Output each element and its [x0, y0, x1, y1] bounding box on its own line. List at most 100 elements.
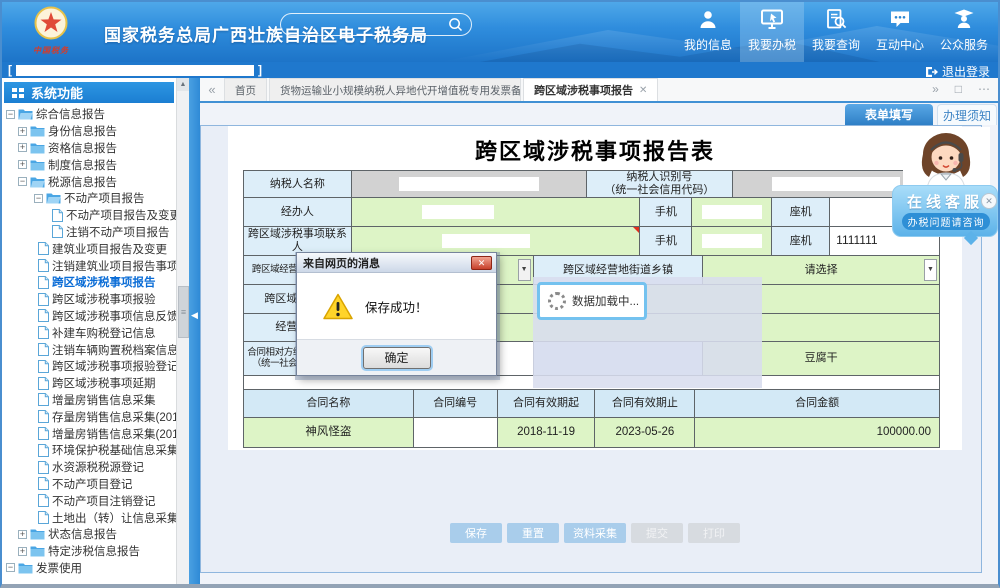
sidebar-item-23[interactable]: 不动产项目注销登记: [4, 492, 176, 509]
sidebar-item-13[interactable]: 补建车购税登记信息: [4, 324, 176, 341]
sidebar-item-19[interactable]: 增量房销售信息采集(2016): [4, 425, 176, 442]
dialog-ok-button[interactable]: 确定: [363, 347, 431, 369]
document-icon: [38, 427, 49, 440]
bracket-close: ]: [258, 63, 262, 77]
sidebar-item-16[interactable]: 跨区域涉税事项延期: [4, 375, 176, 392]
tree-expand-icon[interactable]: +: [18, 127, 27, 136]
search-icon: [448, 17, 463, 32]
sidebar-item-label: 注销建筑业项目报告事项: [52, 258, 176, 274]
contract-cell-1[interactable]: [414, 418, 498, 448]
nav-item-1[interactable]: 我要办税: [740, 0, 804, 62]
tree-expand-icon[interactable]: +: [18, 143, 27, 152]
sidebar-item-27[interactable]: −发票使用: [4, 560, 176, 577]
sidebar-item-22[interactable]: 不动产项目登记: [4, 476, 176, 493]
contract-cell-2[interactable]: 2018-11-19: [498, 418, 596, 448]
subheader-bar: [ ] 退出登录: [0, 62, 1000, 78]
contract-cell-3[interactable]: 2023-05-26: [595, 418, 695, 448]
document-tab-2[interactable]: 跨区域涉税事项报告 ✕: [523, 78, 658, 101]
sidebar-item-21[interactable]: 水资源税税源登记: [4, 459, 176, 476]
nav-item-2[interactable]: 我要查询: [804, 0, 868, 62]
dropdown-arrow-icon[interactable]: ▼: [518, 259, 531, 281]
tree-expand-icon[interactable]: −: [34, 194, 43, 203]
agent-mobile-input[interactable]: [692, 198, 772, 227]
scrollbar-thumb[interactable]: [178, 286, 189, 338]
tree-expand-icon[interactable]: −: [18, 177, 27, 186]
sidebar-item-7[interactable]: 注销不动产项目报告: [4, 224, 176, 241]
document-icon: [38, 360, 49, 373]
action-button-1[interactable]: 重置: [507, 523, 559, 543]
doc-search-icon: [825, 9, 847, 32]
service-bubble[interactable]: 在线客服 办税问题请咨询: [892, 185, 998, 237]
contract-cell-0[interactable]: 神风怪盗: [244, 418, 414, 448]
tab-scroll-left[interactable]: «: [200, 82, 224, 101]
contact-mobile-input[interactable]: [692, 227, 772, 256]
sidebar-item-14[interactable]: 注销车辆购置税档案信息: [4, 341, 176, 358]
app-window: 中国税务 国家税务总局广西壮族自治区电子税务局 我的信息我要办税我要查询互动中心…: [0, 0, 1000, 588]
document-tabbar: « 首页货物运输业小规模纳税人异地代开增值税专用发票备案✕跨区域涉税事项报告✕ …: [200, 78, 998, 103]
contract-cell-4[interactable]: 100000.00: [695, 418, 940, 448]
sidebar-item-5[interactable]: −不动产项目报告: [4, 190, 176, 207]
tab-label: 跨区域涉税事项报告: [534, 82, 633, 98]
service-subtitle-pill[interactable]: 办税问题请咨询: [902, 213, 990, 230]
sidebar-item-4[interactable]: −税源信息报告: [4, 173, 176, 190]
sidebar-item-10[interactable]: 跨区域涉税事项报告: [4, 274, 176, 291]
bracket-open: [: [8, 63, 12, 77]
sidebar-scrollbar[interactable]: ▲: [176, 78, 189, 584]
tree-expand-icon[interactable]: +: [18, 530, 27, 539]
sidebar-item-12[interactable]: 跨区域涉税事项信息反馈事项: [4, 308, 176, 325]
desktop-icon: [760, 9, 784, 32]
service-close-icon[interactable]: ✕: [981, 193, 997, 209]
sidebar-item-26[interactable]: +特定涉税信息报告: [4, 543, 176, 560]
primary-nav: 我的信息我要办税我要查询互动中心公众服务: [676, 0, 996, 62]
collapse-arrow-icon[interactable]: ◀: [191, 310, 198, 321]
nav-item-label: 我的信息: [684, 36, 732, 53]
sidebar-item-11[interactable]: 跨区域涉税事项报验: [4, 291, 176, 308]
required-marker: [633, 227, 639, 233]
sidebar-item-17[interactable]: 增量房销售信息采集: [4, 392, 176, 409]
nav-item-4[interactable]: 公众服务: [932, 0, 996, 62]
agent-label: 经办人: [244, 198, 352, 227]
nav-item-0[interactable]: 我的信息: [676, 0, 740, 62]
document-tab-0[interactable]: 首页: [224, 78, 267, 101]
sidebar-item-15[interactable]: 跨区域涉税事项报验登记缴销: [4, 358, 176, 375]
redacted-value: [702, 234, 762, 248]
tab-handling-notice[interactable]: 办理须知: [937, 104, 997, 125]
action-button-2[interactable]: 资料采集: [564, 523, 626, 543]
folder-icon: [30, 545, 45, 557]
sidebar: 系统功能 −综合信息报告+身份信息报告+资格信息报告+制度信息报告−税源信息报告…: [2, 78, 176, 584]
dialog-close-button[interactable]: ✕: [471, 256, 492, 270]
tree-expand-icon[interactable]: −: [6, 110, 15, 119]
tree-expand-icon[interactable]: −: [6, 563, 15, 572]
sidebar-item-20[interactable]: 环境保护税基础信息采集: [4, 442, 176, 459]
more-tabs-icon[interactable]: ⋯: [978, 82, 990, 96]
document-icon: [38, 393, 49, 406]
sidebar-item-2[interactable]: +资格信息报告: [4, 140, 176, 157]
tree-expand-icon[interactable]: +: [18, 547, 27, 556]
sidebar-item-label: 身份信息报告: [48, 123, 117, 139]
sidebar-item-8[interactable]: 建筑业项目报告及变更: [4, 240, 176, 257]
sidebar-item-label: 不动产项目报告及变更: [66, 207, 176, 223]
search-input[interactable]: [280, 13, 472, 36]
sidebar-item-24[interactable]: 土地出（转）让信息采集: [4, 509, 176, 526]
document-icon: [38, 461, 49, 474]
sidebar-item-18[interactable]: 存量房销售信息采集(2016): [4, 408, 176, 425]
dropdown-arrow-icon[interactable]: ▼: [924, 259, 937, 281]
agent-name-input[interactable]: [352, 198, 641, 227]
maximize-icon[interactable]: □: [955, 82, 962, 96]
sidebar-item-6[interactable]: 不动产项目报告及变更: [4, 207, 176, 224]
tab-scroll-right[interactable]: »: [932, 82, 939, 96]
contract-table-header: 合同名称合同编号合同有效期起合同有效期止合同金额: [243, 390, 940, 418]
sidebar-item-25[interactable]: +状态信息报告: [4, 526, 176, 543]
sidebar-item-3[interactable]: +制度信息报告: [4, 156, 176, 173]
tree-expand-icon[interactable]: +: [18, 160, 27, 169]
sidebar-collapse-divider[interactable]: ◀: [189, 78, 200, 584]
document-tab-1[interactable]: 货物运输业小规模纳税人异地代开增值税专用发票备案✕: [269, 78, 521, 101]
nav-item-3[interactable]: 互动中心: [868, 0, 932, 62]
sidebar-item-1[interactable]: + 身份信息报告: [4, 123, 176, 140]
sidebar-item-0[interactable]: −综合信息报告: [4, 106, 176, 123]
sidebar-item-9[interactable]: 注销建筑业项目报告事项: [4, 257, 176, 274]
scroll-up-arrow[interactable]: ▲: [177, 78, 189, 91]
tab-close-icon[interactable]: ✕: [639, 85, 647, 96]
action-button-0[interactable]: 保存: [450, 523, 502, 543]
tab-form-fill[interactable]: 表单填写: [845, 104, 933, 125]
